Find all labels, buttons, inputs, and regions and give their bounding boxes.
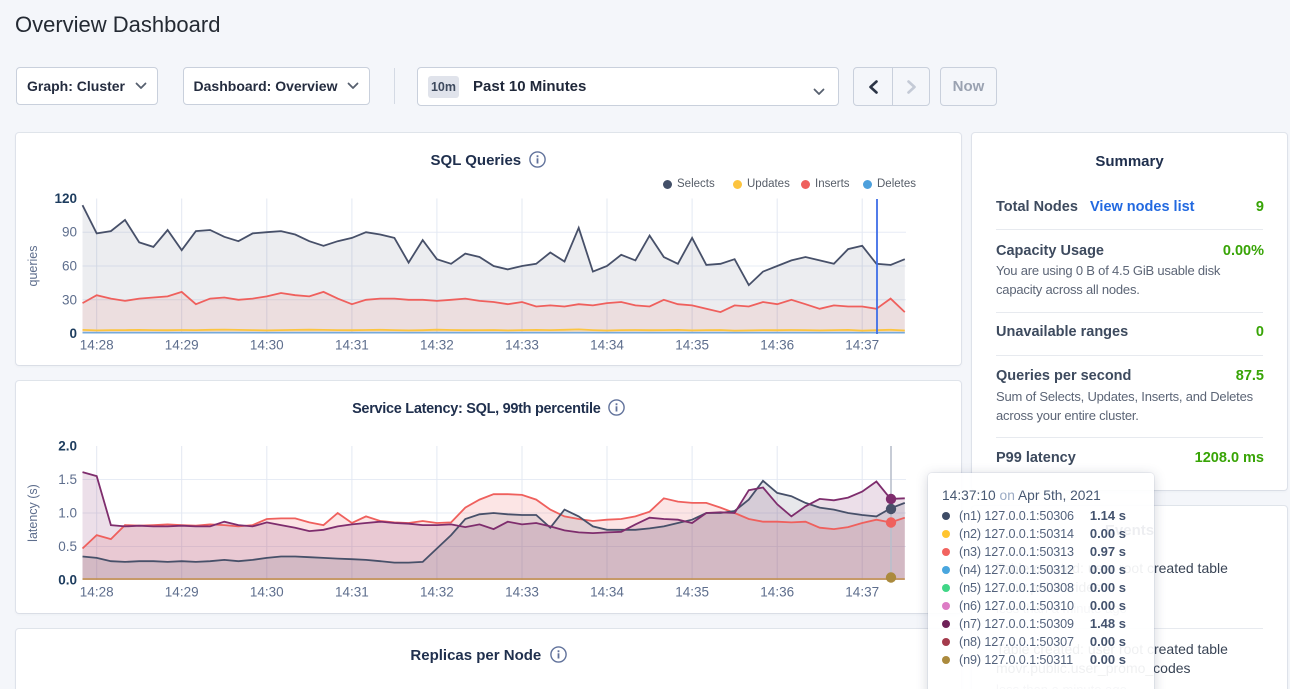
svg-text:queries: queries	[26, 246, 40, 287]
svg-text:14:30: 14:30	[250, 338, 284, 353]
svg-text:14:29: 14:29	[165, 338, 199, 353]
svg-text:30: 30	[62, 292, 77, 307]
svg-text:14:30: 14:30	[250, 585, 284, 600]
svg-text:90: 90	[62, 225, 77, 240]
svg-text:0.5: 0.5	[58, 539, 77, 554]
svg-text:0: 0	[69, 326, 77, 341]
svg-text:latency (s): latency (s)	[26, 484, 40, 542]
svg-text:14:33: 14:33	[505, 338, 539, 353]
svg-text:14:31: 14:31	[335, 338, 369, 353]
svg-text:14:32: 14:32	[420, 338, 454, 353]
svg-text:1.5: 1.5	[58, 472, 77, 487]
svg-text:14:33: 14:33	[505, 585, 539, 600]
svg-text:60: 60	[62, 259, 77, 274]
svg-text:14:34: 14:34	[590, 585, 624, 600]
svg-text:14:34: 14:34	[590, 338, 624, 353]
svg-text:14:32: 14:32	[420, 585, 454, 600]
svg-text:14:37: 14:37	[845, 338, 879, 353]
svg-text:14:28: 14:28	[80, 338, 114, 353]
svg-text:14:29: 14:29	[165, 585, 199, 600]
svg-text:2.0: 2.0	[58, 439, 77, 454]
svg-text:1.0: 1.0	[58, 506, 77, 521]
svg-text:0.0: 0.0	[58, 573, 77, 588]
svg-text:14:35: 14:35	[675, 585, 709, 600]
svg-text:14:36: 14:36	[760, 585, 794, 600]
svg-text:14:28: 14:28	[80, 585, 114, 600]
svg-text:14:31: 14:31	[335, 585, 369, 600]
svg-text:14:35: 14:35	[675, 338, 709, 353]
svg-text:120: 120	[54, 191, 77, 206]
svg-text:14:36: 14:36	[760, 338, 794, 353]
svg-text:14:37: 14:37	[845, 585, 879, 600]
